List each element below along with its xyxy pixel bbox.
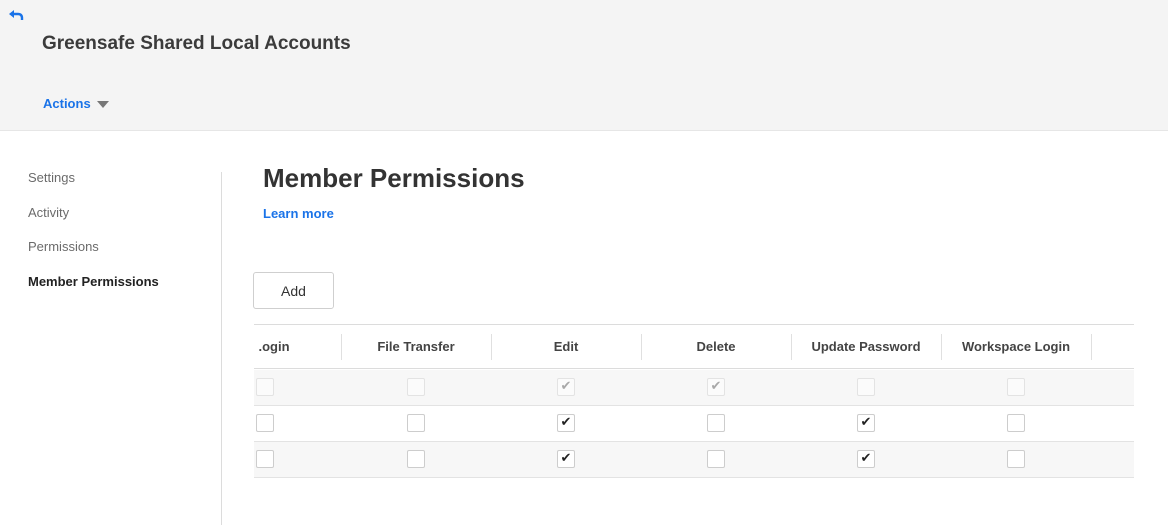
table-row: ✔ ✔ (254, 442, 1134, 478)
page-heading: Greensafe Shared Local Accounts (42, 33, 351, 54)
permission-checkbox[interactable] (407, 450, 425, 468)
permission-checkbox[interactable] (1007, 450, 1025, 468)
table-row: ✔ ✔ (254, 406, 1134, 442)
column-header-login[interactable]: .ogin (254, 325, 334, 368)
permission-checkbox[interactable]: ✔ (857, 450, 875, 468)
permission-checkbox[interactable] (256, 414, 274, 432)
learn-more-link[interactable]: Learn more (263, 206, 334, 221)
permission-checkbox: ✔ (557, 378, 575, 396)
permission-checkbox[interactable] (1007, 414, 1025, 432)
permission-checkbox[interactable]: ✔ (557, 450, 575, 468)
permission-checkbox (1007, 378, 1025, 396)
column-header-workspace-login[interactable]: Workspace Login (941, 325, 1091, 368)
sidebar-item-permissions[interactable]: Permissions (28, 239, 208, 274)
column-header-delete[interactable]: Delete (641, 325, 791, 368)
caret-down-icon (96, 101, 109, 108)
permissions-grid: .ogin File Transfer Edit Delete Update P… (254, 324, 1134, 479)
sidebar-item-settings[interactable]: Settings (28, 170, 208, 205)
permission-checkbox[interactable] (407, 414, 425, 432)
permission-checkbox[interactable] (707, 414, 725, 432)
permission-checkbox (407, 378, 425, 396)
permission-checkbox (857, 378, 875, 396)
sidebar-divider (221, 172, 222, 525)
sidebar-item-activity[interactable]: Activity (28, 205, 208, 240)
sidebar-nav: Settings Activity Permissions Member Per… (28, 170, 208, 308)
permission-checkbox[interactable]: ✔ (557, 414, 575, 432)
permission-checkbox: ✔ (707, 378, 725, 396)
column-separator (1091, 334, 1092, 360)
table-row: ✔ ✔ (254, 370, 1134, 406)
add-button[interactable]: Add (253, 272, 334, 309)
back-arrow-icon[interactable] (8, 7, 24, 23)
sidebar-item-member-permissions[interactable]: Member Permissions (28, 274, 208, 309)
actions-label: Actions (43, 96, 91, 111)
permission-checkbox[interactable]: ✔ (857, 414, 875, 432)
permission-checkbox[interactable] (256, 450, 274, 468)
section-title: Member Permissions (263, 163, 525, 193)
permission-checkbox[interactable] (707, 450, 725, 468)
column-header-edit[interactable]: Edit (491, 325, 641, 368)
column-header-update-password[interactable]: Update Password (791, 325, 941, 368)
column-header-file-transfer[interactable]: File Transfer (341, 325, 491, 368)
grid-header: .ogin File Transfer Edit Delete Update P… (254, 324, 1134, 369)
permission-checkbox (256, 378, 274, 396)
header: Greensafe Shared Local Accounts Actions (0, 0, 1168, 131)
actions-menu-button[interactable]: Actions (43, 96, 109, 111)
